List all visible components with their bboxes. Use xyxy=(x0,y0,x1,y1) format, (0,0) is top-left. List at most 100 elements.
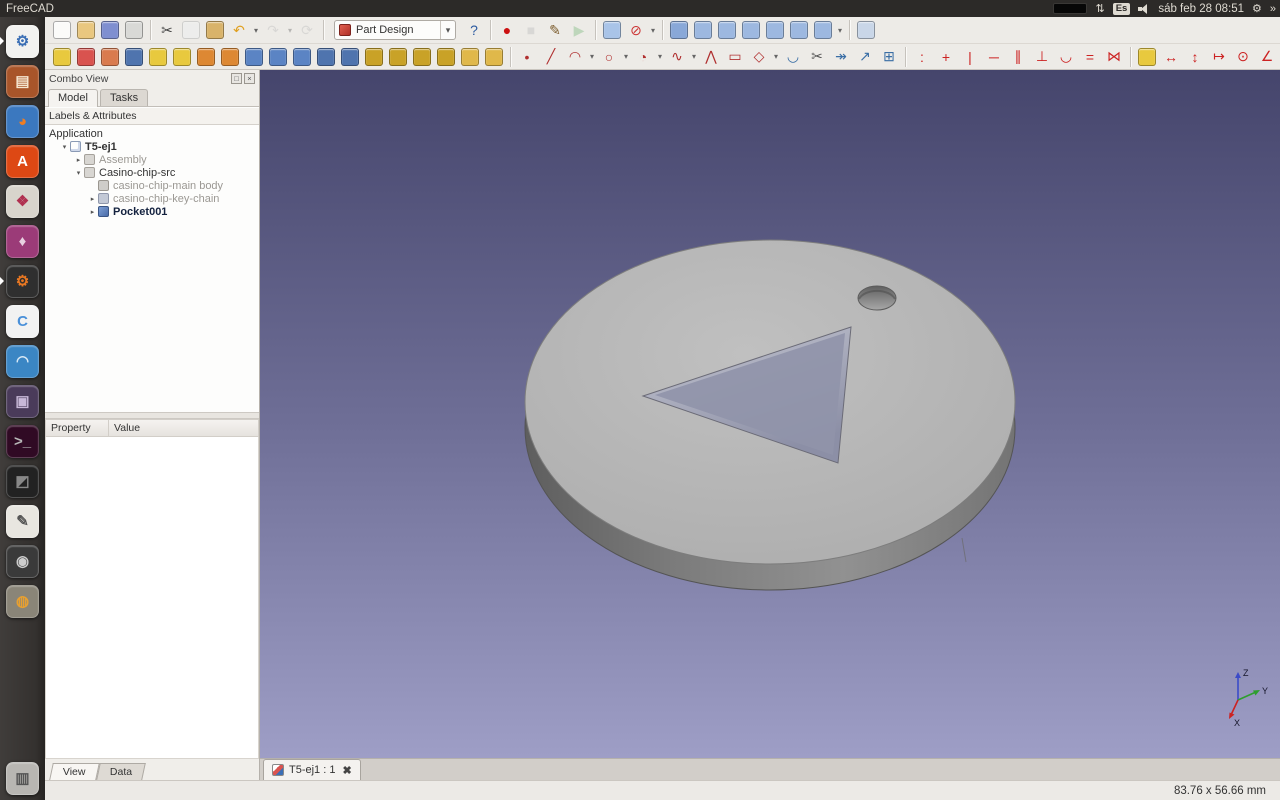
linear-pattern-button[interactable] xyxy=(389,48,407,66)
equal-constraint[interactable]: = xyxy=(1079,46,1101,68)
expander-icon[interactable] xyxy=(59,143,70,151)
print-button[interactable] xyxy=(125,21,143,39)
keychain-hole[interactable] xyxy=(858,286,896,310)
3d-scene[interactable] xyxy=(260,70,1280,758)
media-app-icon[interactable]: ♦ xyxy=(0,221,45,261)
tree-item-key-chain[interactable]: casino-chip-key-chain xyxy=(45,192,259,205)
close-icon[interactable]: ✖ xyxy=(342,764,351,777)
tree-item-main-body[interactable]: casino-chip-main body xyxy=(45,179,259,192)
open-document-button[interactable] xyxy=(77,21,95,39)
topbar-overflow-chevron[interactable]: » xyxy=(1270,3,1276,15)
sketch-line-tool[interactable]: ╱ xyxy=(540,46,562,68)
point-on-object-constraint[interactable]: + xyxy=(935,46,957,68)
tab-view[interactable]: View xyxy=(49,763,99,780)
create-sketch-button[interactable] xyxy=(77,48,95,66)
expander-icon[interactable] xyxy=(73,156,84,164)
right-view-button[interactable] xyxy=(742,21,760,39)
map-sketch-button[interactable] xyxy=(125,48,143,66)
parallel-constraint[interactable]: ∥ xyxy=(1007,46,1029,68)
rear-view-button[interactable] xyxy=(766,21,784,39)
trash-icon[interactable]: ▥ xyxy=(0,758,45,798)
bottom-view-button[interactable] xyxy=(790,21,808,39)
workbench-selector[interactable]: Part Design xyxy=(334,20,456,40)
additive-pipe-button[interactable] xyxy=(221,48,239,66)
web-browser-icon[interactable]: ◠ xyxy=(0,341,45,381)
undo-dropdown-caret[interactable]: ▾ xyxy=(251,19,261,41)
freecad-launcher-icon[interactable]: ⚙ xyxy=(0,21,45,61)
carbon-copy-tool[interactable]: ⊞ xyxy=(878,46,900,68)
sketch-circle-tool[interactable]: ○ xyxy=(598,46,620,68)
text-editor-icon[interactable]: ✎ xyxy=(0,501,45,541)
tree-item-pocket001[interactable]: Pocket001 xyxy=(45,205,259,218)
property-table-body[interactable] xyxy=(45,437,259,759)
horizontal-constraint[interactable]: ─ xyxy=(983,46,1005,68)
isometric-view-button[interactable] xyxy=(670,21,688,39)
sketch-trim-tool[interactable]: ✂ xyxy=(806,46,828,68)
macro-record-button[interactable]: ● xyxy=(496,19,518,41)
firefox-icon[interactable]: ◕ xyxy=(0,101,45,141)
angle-constraint[interactable]: ∠ xyxy=(1256,46,1278,68)
tab-model[interactable]: Model xyxy=(48,89,98,107)
polygon-tool-caret[interactable]: ▾ xyxy=(771,46,781,68)
tree-item-casino-chip-src[interactable]: Casino-chip-src xyxy=(45,166,259,179)
top-view-button[interactable] xyxy=(718,21,736,39)
photo-app-icon[interactable]: ❖ xyxy=(0,181,45,221)
file-manager-icon[interactable]: ▤ xyxy=(0,61,45,101)
freecad-gear-icon[interactable]: ⚙ xyxy=(0,261,45,301)
additive-loft-button[interactable] xyxy=(197,48,215,66)
revolution-button[interactable] xyxy=(173,48,191,66)
external-geometry-tool[interactable]: ↗ xyxy=(854,46,876,68)
whats-this-button[interactable]: ? xyxy=(463,19,485,41)
groove-button[interactable] xyxy=(293,48,311,66)
sketch-bspline-tool[interactable]: ∿ xyxy=(666,46,688,68)
radius-constraint[interactable]: ⊙ xyxy=(1232,46,1254,68)
tab-data[interactable]: Data xyxy=(96,763,146,780)
pad-button[interactable] xyxy=(149,48,167,66)
ubuntu-software-icon[interactable]: A xyxy=(0,141,45,181)
subtractive-pipe-button[interactable] xyxy=(341,48,359,66)
subtractive-loft-button[interactable] xyxy=(317,48,335,66)
new-document-button[interactable] xyxy=(53,21,71,39)
perpendicular-constraint[interactable]: ⊥ xyxy=(1031,46,1053,68)
chromium-icon[interactable]: C xyxy=(0,301,45,341)
document-tab[interactable]: T5-ej1 : 1 ✖ xyxy=(263,759,361,780)
macro-play-button[interactable]: ▶ xyxy=(568,19,590,41)
coincident-constraint[interactable]: : xyxy=(911,46,933,68)
tab-tasks[interactable]: Tasks xyxy=(100,89,148,106)
chevron-down-icon[interactable] xyxy=(440,21,455,39)
player-app-icon[interactable]: ▣ xyxy=(0,381,45,421)
front-view-button[interactable] xyxy=(694,21,712,39)
tangent-constraint[interactable]: ◡ xyxy=(1055,46,1077,68)
keyboard-layout-indicator[interactable]: Es xyxy=(1113,3,1131,15)
distance-constraint[interactable]: ↦ xyxy=(1208,46,1230,68)
expander-icon[interactable] xyxy=(87,208,98,216)
pocket-button[interactable] xyxy=(245,48,263,66)
value-column-header[interactable]: Value xyxy=(109,419,259,437)
measure-distance-button[interactable] xyxy=(857,21,875,39)
cut-button[interactable]: ✂ xyxy=(156,19,178,41)
arc-tool-caret[interactable]: ▾ xyxy=(587,46,597,68)
copy-button[interactable] xyxy=(182,21,200,39)
clock[interactable]: sáb feb 28 08:51 xyxy=(1158,3,1244,15)
redo-button[interactable]: ↷ xyxy=(262,19,284,41)
edit-sketch-button[interactable] xyxy=(101,48,119,66)
circle-tool-caret[interactable]: ▾ xyxy=(621,46,631,68)
left-view-button[interactable] xyxy=(814,21,832,39)
system-app-icon[interactable]: ◩ xyxy=(0,461,45,501)
sketch-point-tool[interactable]: • xyxy=(516,46,538,68)
sketch-polygon-tool[interactable]: ◇ xyxy=(748,46,770,68)
expander-icon[interactable] xyxy=(87,195,98,203)
sketch-polyline-tool[interactable]: ⋀ xyxy=(700,46,722,68)
sketch-rectangle-tool[interactable]: ▭ xyxy=(724,46,746,68)
sketch-conic-tool[interactable]: ◔ xyxy=(632,46,654,68)
tree-item-document[interactable]: T5-ej1 xyxy=(45,140,259,153)
conic-tool-caret[interactable]: ▾ xyxy=(655,46,665,68)
sketch-arc-tool[interactable]: ◠ xyxy=(564,46,586,68)
panel-float-button[interactable]: □ xyxy=(231,73,242,84)
mirrored-button[interactable] xyxy=(365,48,383,66)
vertical-distance-constraint[interactable]: ↕ xyxy=(1184,46,1206,68)
undo-button[interactable]: ↶ xyxy=(228,19,250,41)
symmetric-constraint[interactable]: ⋈ xyxy=(1103,46,1125,68)
macro-edit-button[interactable]: ✎ xyxy=(544,19,566,41)
panel-close-button[interactable]: × xyxy=(244,73,255,84)
